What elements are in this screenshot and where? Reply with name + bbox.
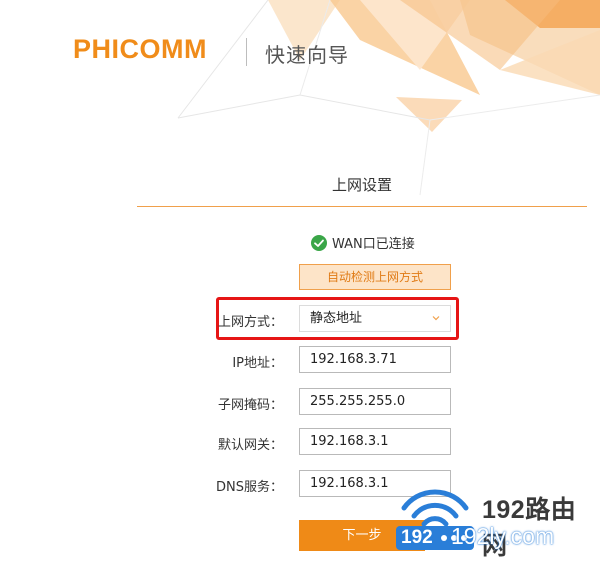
- page-title: 快速向导: [265, 43, 349, 67]
- connection-type-value: 静态地址: [310, 311, 363, 326]
- watermark: 192 192路由网 192ly.com: [396, 478, 600, 582]
- wan-status-text: WAN口已连接: [332, 237, 415, 252]
- wan-status: WAN口已连接: [311, 233, 415, 252]
- gateway-label: 默认网关：: [217, 438, 283, 453]
- section-divider: [137, 206, 587, 207]
- subnet-mask-input[interactable]: 255.255.255.0: [299, 388, 451, 415]
- check-circle-icon: [311, 234, 327, 251]
- ip-address-label: IP地址：: [232, 356, 283, 371]
- auto-detect-button[interactable]: 自动检测上网方式: [299, 264, 451, 290]
- subnet-mask-label: 子网掩码：: [217, 398, 283, 413]
- gateway-input[interactable]: 192.168.3.1: [299, 428, 451, 455]
- ip-address-input[interactable]: 192.168.3.71: [299, 346, 451, 373]
- watermark-prefix: 192: [401, 527, 433, 548]
- phicomm-logo: PHICOMM: [73, 34, 207, 64]
- connection-type-label: 上网方式：: [217, 315, 283, 330]
- chevron-down-icon: [432, 316, 440, 321]
- header-divider: [246, 38, 247, 66]
- dns-label: DNS服务：: [216, 480, 283, 495]
- watermark-url: 192ly.com: [451, 523, 555, 549]
- section-title: 上网设置: [331, 176, 392, 194]
- header: PHICOMM 快速向导: [0, 0, 600, 100]
- connection-type-select[interactable]: 静态地址: [299, 305, 451, 332]
